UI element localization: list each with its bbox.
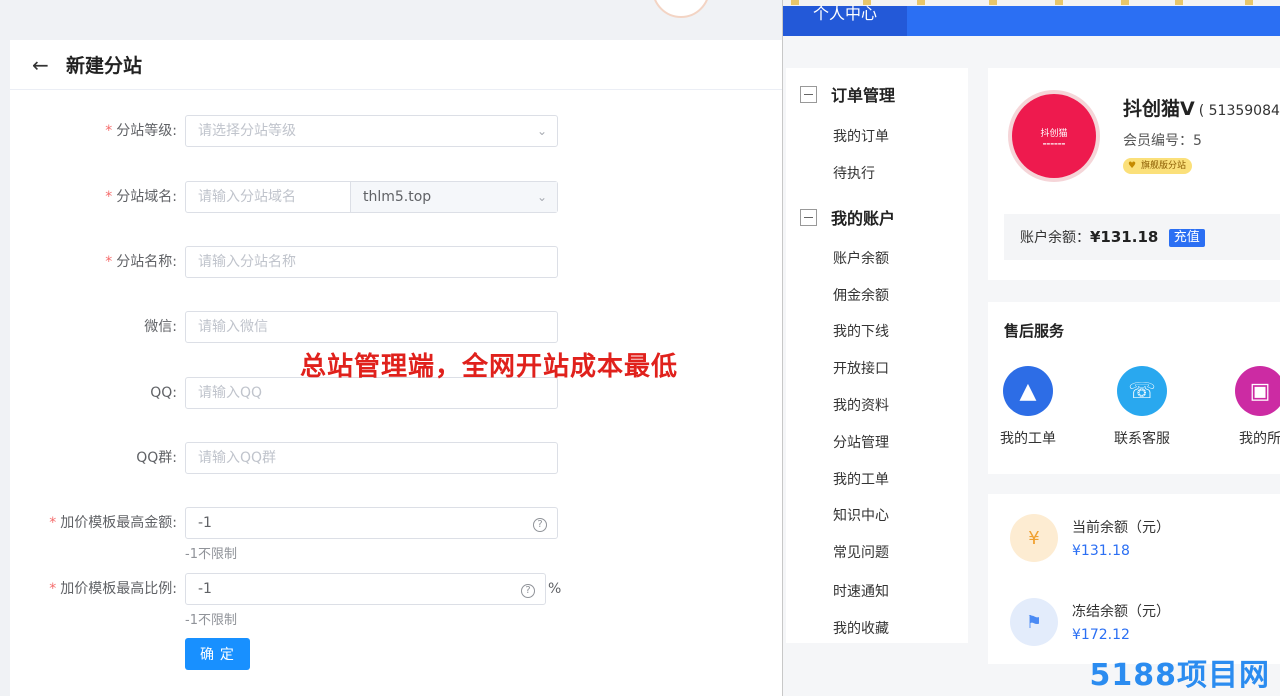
form-row-domain: * 分站域名: 请输入分站域名 thlm5.top ⌄ — [10, 181, 558, 213]
ticket-icon: ▲ — [1003, 366, 1053, 416]
menu-item-faq[interactable]: 常见问题 — [833, 542, 889, 562]
user-name: 抖创猫V( 51359084 — [1123, 98, 1280, 120]
headset-icon: ☏ — [1117, 366, 1167, 416]
collapse-icon[interactable] — [800, 85, 817, 103]
form-row-max-ratio: * 加价模板最高比例: -1 ? % -1不限制 — [10, 573, 561, 628]
form-row-qqgroup: QQ群: 请输入QQ群 — [10, 442, 558, 474]
max-ratio-input[interactable]: -1 ? — [185, 573, 546, 605]
wechat-label: 微信: — [144, 319, 177, 335]
level-label: * 分站等级: — [105, 123, 177, 139]
current-balance-row: ¥ 当前余额（元） ¥131.18 — [1010, 514, 1170, 562]
name-label: * 分站名称: — [105, 254, 177, 270]
current-balance-amount: ¥131.18 — [1072, 543, 1130, 559]
balance-value: ¥131.18 — [1090, 228, 1159, 246]
side-menu: 订单管理 我的订单 待执行 我的账户 账户余额 佣金余额 我的下线 开放接口 我… — [786, 68, 968, 643]
after-sales-card: 售后服务 ▲ 我的工单 ☏ 联系客服 ▣ 我的所 — [988, 302, 1280, 474]
service-my-tickets[interactable]: ▲ 我的工单 — [978, 366, 1078, 448]
qq-label: QQ: — [150, 385, 177, 401]
service-contact[interactable]: ☏ 联系客服 — [1092, 366, 1192, 448]
balance-bar: 账户余额：¥131.18 充值 — [1004, 214, 1280, 260]
form-row-wechat: 微信: 请输入微信 — [10, 311, 558, 343]
frozen-balance-amount: ¥172.12 — [1072, 627, 1130, 643]
menu-item-downline[interactable]: 我的下线 — [833, 321, 889, 341]
submit-button[interactable]: 确 定 — [185, 638, 250, 670]
help-icon[interactable]: ? — [521, 584, 535, 598]
percent-unit: % — [548, 581, 562, 597]
tab-personal-center[interactable]: 个人中心 — [783, 6, 907, 36]
profile-card: 抖创猫▬▬▬▬▬▬ 抖创猫V( 51359084 会员编号：5 旗舰版分站 账户… — [988, 68, 1280, 280]
top-nav: 个人中心 — [783, 6, 1280, 36]
max-ratio-hint: -1不限制 — [185, 613, 237, 628]
chevron-down-icon: ⌄ — [536, 124, 547, 138]
form-row-max-amount: * 加价模板最高金额: -1 ? -1不限制 — [10, 507, 558, 562]
monitor-icon: ▣ — [1235, 366, 1280, 416]
recharge-button[interactable]: 充值 — [1168, 229, 1205, 247]
user-id: ( 51359084 — [1198, 103, 1280, 119]
form-row-level: * 分站等级: 请选择分站等级 ⌄ — [10, 115, 558, 147]
domain-label: * 分站域名: — [105, 189, 177, 205]
menu-item-profile[interactable]: 我的资料 — [833, 395, 889, 415]
max-ratio-label: * 加价模板最高比例: — [49, 581, 177, 597]
service-third[interactable]: ▣ 我的所 — [1210, 366, 1280, 448]
domain-input[interactable]: 请输入分站域名 — [186, 182, 351, 212]
back-arrow-icon[interactable]: ← — [32, 55, 52, 75]
max-amount-hint: -1不限制 — [185, 547, 237, 562]
help-icon[interactable]: ? — [533, 518, 547, 532]
qqgroup-label: QQ群: — [136, 450, 177, 466]
menu-group-orders[interactable]: 订单管理 — [800, 82, 895, 106]
max-amount-input[interactable]: -1 ? — [185, 507, 558, 539]
watermark-logo: 5188项目网 — [1089, 658, 1270, 693]
menu-item-pending[interactable]: 待执行 — [833, 163, 875, 183]
after-sales-title: 售后服务 — [1004, 322, 1065, 340]
qqgroup-input[interactable]: 请输入QQ群 — [185, 442, 558, 474]
chevron-down-icon: ⌄ — [536, 190, 547, 204]
menu-item-account-balance[interactable]: 账户余额 — [833, 248, 889, 268]
wallet-card: ¥ 当前余额（元） ¥131.18 ⚑ 冻结余额（元） ¥172.12 — [988, 494, 1280, 664]
avatar[interactable]: 抖创猫 ▬▬▬▬▬▬ — [1008, 90, 1100, 182]
lock-icon: ⚑ — [1010, 598, 1058, 646]
menu-item-tickets[interactable]: 我的工单 — [833, 469, 889, 489]
menu-item-commission[interactable]: 佣金余额 — [833, 285, 889, 305]
member-number: 会员编号：5 — [1123, 133, 1202, 149]
wechat-input[interactable]: 请输入微信 — [185, 311, 558, 343]
domain-input-group: 请输入分站域名 thlm5.top ⌄ — [185, 181, 558, 213]
domain-suffix-select[interactable]: thlm5.top ⌄ — [351, 182, 557, 212]
menu-item-my-orders[interactable]: 我的订单 — [833, 126, 889, 146]
menu-group-account[interactable]: 我的账户 — [800, 205, 895, 229]
collapse-icon[interactable] — [800, 208, 817, 226]
money-bag-icon: ¥ — [1010, 514, 1058, 562]
menu-item-notice[interactable]: 时速通知 — [833, 581, 889, 601]
name-input[interactable]: 请输入分站名称 — [185, 246, 558, 278]
page-header: ← 新建分站 — [10, 40, 782, 90]
personal-center-panel: 个人中心 订单管理 我的订单 待执行 我的账户 账户余额 佣金余额 我的下线 开… — [782, 0, 1280, 696]
frozen-balance-row: ⚑ 冻结余额（元） ¥172.12 — [1010, 598, 1170, 646]
page-title: 新建分站 — [66, 55, 143, 77]
left-top-strip — [0, 0, 782, 24]
promo-overlay-text: 总站管理端，全网开站成本最低 — [300, 352, 679, 382]
form-row-name: * 分站名称: 请输入分站名称 — [10, 246, 558, 278]
menu-item-open-api[interactable]: 开放接口 — [833, 358, 889, 378]
menu-item-favorites[interactable]: 我的收藏 — [833, 618, 889, 638]
level-select[interactable]: 请选择分站等级 ⌄ — [185, 115, 558, 147]
menu-item-knowledge[interactable]: 知识中心 — [833, 505, 889, 525]
level-badge: 旗舰版分站 — [1123, 158, 1193, 174]
decorative-circle — [652, 0, 710, 18]
max-amount-label: * 加价模板最高金额: — [49, 515, 177, 531]
menu-item-substation[interactable]: 分站管理 — [833, 432, 889, 452]
